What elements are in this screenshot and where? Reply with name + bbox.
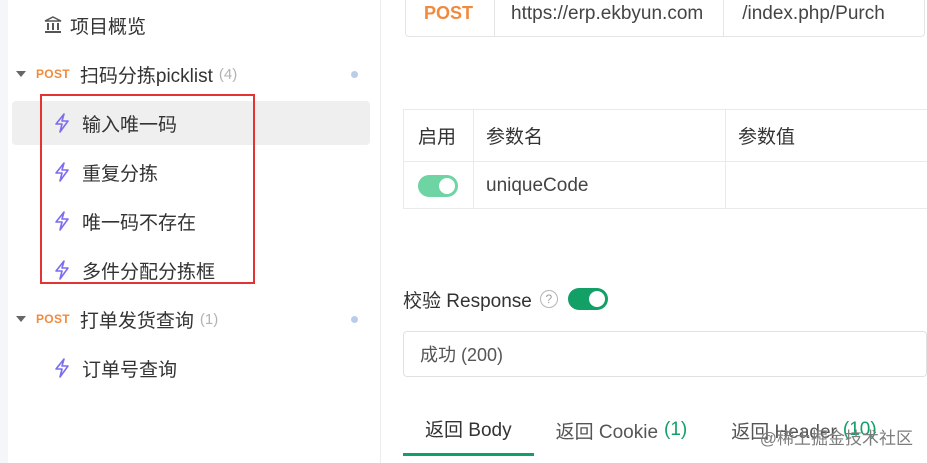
header-value: 参数值 bbox=[738, 127, 796, 148]
sidebar-edge bbox=[0, 0, 8, 463]
enable-cell bbox=[404, 162, 474, 209]
help-icon[interactable]: ? bbox=[539, 290, 558, 308]
tab-body[interactable]: 返回 Body bbox=[403, 404, 534, 456]
response-select-value: 成功 (200) bbox=[420, 345, 504, 365]
tab-label: 返回 Body bbox=[425, 420, 512, 441]
table-row: uniqueCode bbox=[404, 162, 927, 209]
params-header-row: 启用 参数名 参数值 bbox=[404, 110, 927, 162]
tab-cookie[interactable]: 返回 Cookie (1) bbox=[534, 404, 710, 456]
sidebar-group-picklist[interactable]: POST 扫码分拣picklist (4) bbox=[12, 52, 370, 96]
group-label: 扫码分拣picklist bbox=[79, 65, 213, 87]
group-label: 打单发货查询 bbox=[79, 310, 194, 332]
sidebar-item-case[interactable]: 订单号查询 bbox=[12, 346, 370, 390]
group-count: (4) bbox=[218, 65, 238, 83]
tab-count: (1) bbox=[664, 419, 688, 440]
method-select[interactable]: POST bbox=[424, 3, 494, 24]
url-bar[interactable]: POST https://erp.ekbyun.com /index.php/P… bbox=[405, 0, 925, 37]
group-count: (1) bbox=[199, 310, 219, 328]
params-table: 启用 参数名 参数值 uniqueCode bbox=[403, 109, 927, 209]
bank-icon bbox=[44, 16, 62, 34]
verify-label: 校验 Response bbox=[403, 290, 532, 312]
caret-down-icon[interactable] bbox=[16, 71, 26, 77]
param-name-cell[interactable]: uniqueCode bbox=[474, 162, 726, 209]
method-badge: POST bbox=[36, 312, 70, 326]
response-select[interactable]: 成功 (200) bbox=[403, 331, 927, 377]
param-value-cell[interactable] bbox=[726, 162, 927, 209]
sidebar-item-label: 项目概览 bbox=[70, 16, 147, 38]
tab-label: 返回 Cookie bbox=[555, 421, 659, 443]
host-input[interactable]: https://erp.ekbyun.com bbox=[495, 3, 723, 25]
enable-toggle[interactable] bbox=[418, 174, 458, 197]
case-label: 订单号查询 bbox=[82, 359, 178, 381]
header-name: 参数名 bbox=[474, 110, 726, 161]
sidebar-group-shipping[interactable]: POST 打单发货查询 (1) bbox=[12, 297, 370, 341]
caret-down-icon[interactable] bbox=[16, 316, 26, 322]
highlight-box bbox=[40, 94, 255, 284]
path-input[interactable]: /index.php/Purch bbox=[724, 3, 885, 25]
verify-toggle[interactable] bbox=[567, 288, 608, 310]
bolt-icon bbox=[54, 358, 70, 378]
status-dot bbox=[351, 316, 358, 323]
header-enabled: 启用 bbox=[404, 110, 474, 161]
sidebar-item-overview[interactable]: 项目概览 bbox=[12, 3, 370, 47]
sidebar: 项目概览 POST 扫码分拣picklist (4) 输入唯一码 重复分拣 唯一… bbox=[0, 0, 380, 463]
verify-response: 校验 Response ? bbox=[403, 286, 608, 312]
status-dot bbox=[351, 71, 358, 78]
request-panel: POST https://erp.ekbyun.com /index.php/P… bbox=[381, 0, 927, 463]
method-badge: POST bbox=[36, 67, 70, 81]
watermark: @稀土掘金技术社区 bbox=[759, 429, 913, 448]
